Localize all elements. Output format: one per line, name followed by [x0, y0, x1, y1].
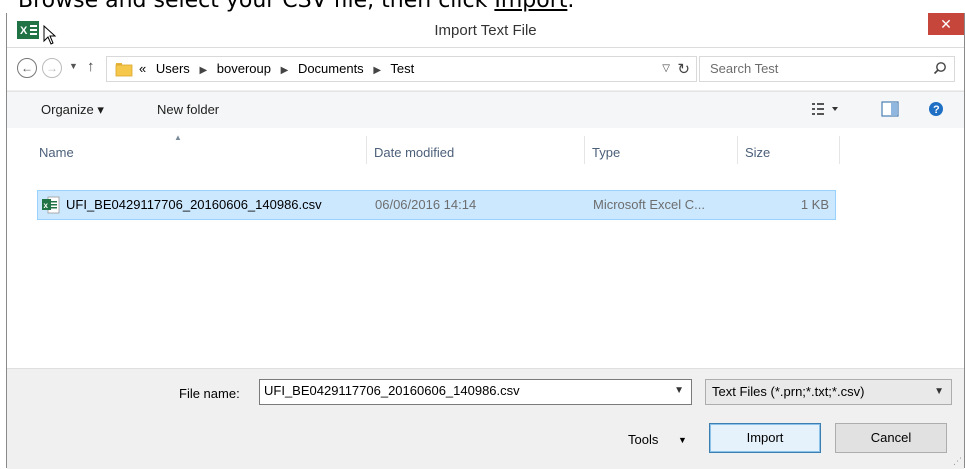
dialog-title: Import Text File	[434, 22, 537, 39]
command-toolbar: Organize ▾ New folder ?	[7, 91, 964, 128]
breadcrumb-test[interactable]: Test	[390, 61, 414, 76]
file-type-select[interactable]: Text Files (*.prn;*.txt;*.csv) ▼	[705, 379, 952, 405]
forward-button[interactable]: →	[42, 58, 62, 78]
caption-suffix: .	[567, 0, 575, 13]
chevron-right-icon[interactable]: ▶	[373, 65, 381, 76]
column-header-name[interactable]: Name	[39, 145, 74, 160]
chevron-down-icon[interactable]: ▼	[934, 386, 944, 397]
svg-text:x: x	[44, 201, 49, 210]
dialog-footer: File name: ▼ Text Files (*.prn;*.txt;*.c…	[7, 368, 964, 469]
file-name-combobox[interactable]: ▼	[259, 379, 692, 405]
chevron-right-icon[interactable]: ▶	[281, 65, 289, 76]
search-box[interactable]: Search Test	[699, 56, 955, 82]
file-name-label: File name:	[179, 386, 240, 401]
cancel-button[interactable]: Cancel	[835, 423, 947, 453]
search-input[interactable]: Search Test	[710, 61, 778, 76]
address-bar[interactable]: « Users ▶ boveroup ▶ Documents ▶ Test ▽ …	[106, 56, 697, 82]
instruction-caption: Browse and select your CSV file, then cl…	[18, 0, 574, 13]
excel-csv-file-icon: x	[42, 196, 60, 214]
size-cell: 1 KB	[800, 197, 829, 212]
folder-icon	[115, 63, 133, 77]
refresh-icon[interactable]: ↻	[677, 60, 690, 78]
type-cell: Microsoft Excel C...	[593, 197, 705, 212]
sort-ascending-icon: ▲	[174, 133, 182, 142]
up-button[interactable]: ↑	[87, 58, 95, 75]
caption-prefix: Browse and select your CSV file, then cl…	[18, 0, 495, 13]
back-button[interactable]: ←	[17, 58, 37, 78]
chevron-down-icon[interactable]: ▼	[674, 385, 684, 396]
table-row[interactable]: x UFI_BE0429117706_20160606_140986.csv 0…	[37, 190, 836, 220]
close-button[interactable]: ✕	[928, 13, 964, 35]
search-icon[interactable]	[933, 61, 947, 75]
tools-button[interactable]: Tools	[628, 432, 658, 447]
breadcrumb-overflow[interactable]: «	[139, 61, 146, 76]
change-view-icon[interactable]	[810, 101, 842, 117]
file-type-selected: Text Files (*.prn;*.txt;*.csv)	[712, 384, 865, 399]
tools-dropdown-icon[interactable]: ▼	[678, 435, 687, 445]
preview-pane-icon[interactable]	[881, 101, 899, 117]
title-bar: X Import Text File ✕	[7, 13, 964, 48]
column-divider[interactable]	[737, 136, 738, 164]
breadcrumb-boveroup[interactable]: boveroup	[217, 61, 271, 76]
address-history-dropdown-icon[interactable]: ▽	[662, 63, 670, 74]
column-header-size[interactable]: Size	[745, 145, 770, 160]
resize-grip-icon[interactable]: ⋰	[953, 456, 962, 467]
breadcrumb-documents[interactable]: Documents	[298, 61, 364, 76]
column-header-type[interactable]: Type	[592, 145, 620, 160]
import-button[interactable]: Import	[709, 423, 821, 453]
breadcrumb-users[interactable]: Users	[156, 61, 190, 76]
svg-text:?: ?	[933, 104, 940, 116]
column-header-date-modified[interactable]: Date modified	[374, 145, 454, 160]
import-text-file-dialog: X Import Text File ✕ ← → ▼ ↑ « Users ▶ b…	[6, 13, 965, 469]
recent-locations-dropdown-icon[interactable]: ▼	[69, 61, 78, 71]
column-divider[interactable]	[839, 136, 840, 164]
column-divider[interactable]	[366, 136, 367, 164]
new-folder-button[interactable]: New folder	[157, 102, 219, 117]
file-name-field[interactable]	[264, 383, 664, 398]
date-modified-cell: 06/06/2016 14:14	[375, 197, 477, 212]
caption-import-link: Import	[494, 0, 568, 13]
column-divider[interactable]	[584, 136, 585, 164]
breadcrumb: « Users ▶ boveroup ▶ Documents ▶ Test	[139, 61, 420, 76]
file-name-cell: UFI_BE0429117706_20160606_140986.csv	[66, 197, 322, 212]
navigation-bar: ← → ▼ ↑ « Users ▶ boveroup ▶ Documents ▶…	[7, 48, 964, 90]
organize-button[interactable]: Organize ▾	[41, 102, 104, 118]
chevron-right-icon[interactable]: ▶	[199, 65, 207, 76]
help-icon[interactable]: ?	[928, 101, 944, 117]
file-list: ▲ Name Date modified Type Size x UFI_BE0…	[7, 128, 964, 368]
